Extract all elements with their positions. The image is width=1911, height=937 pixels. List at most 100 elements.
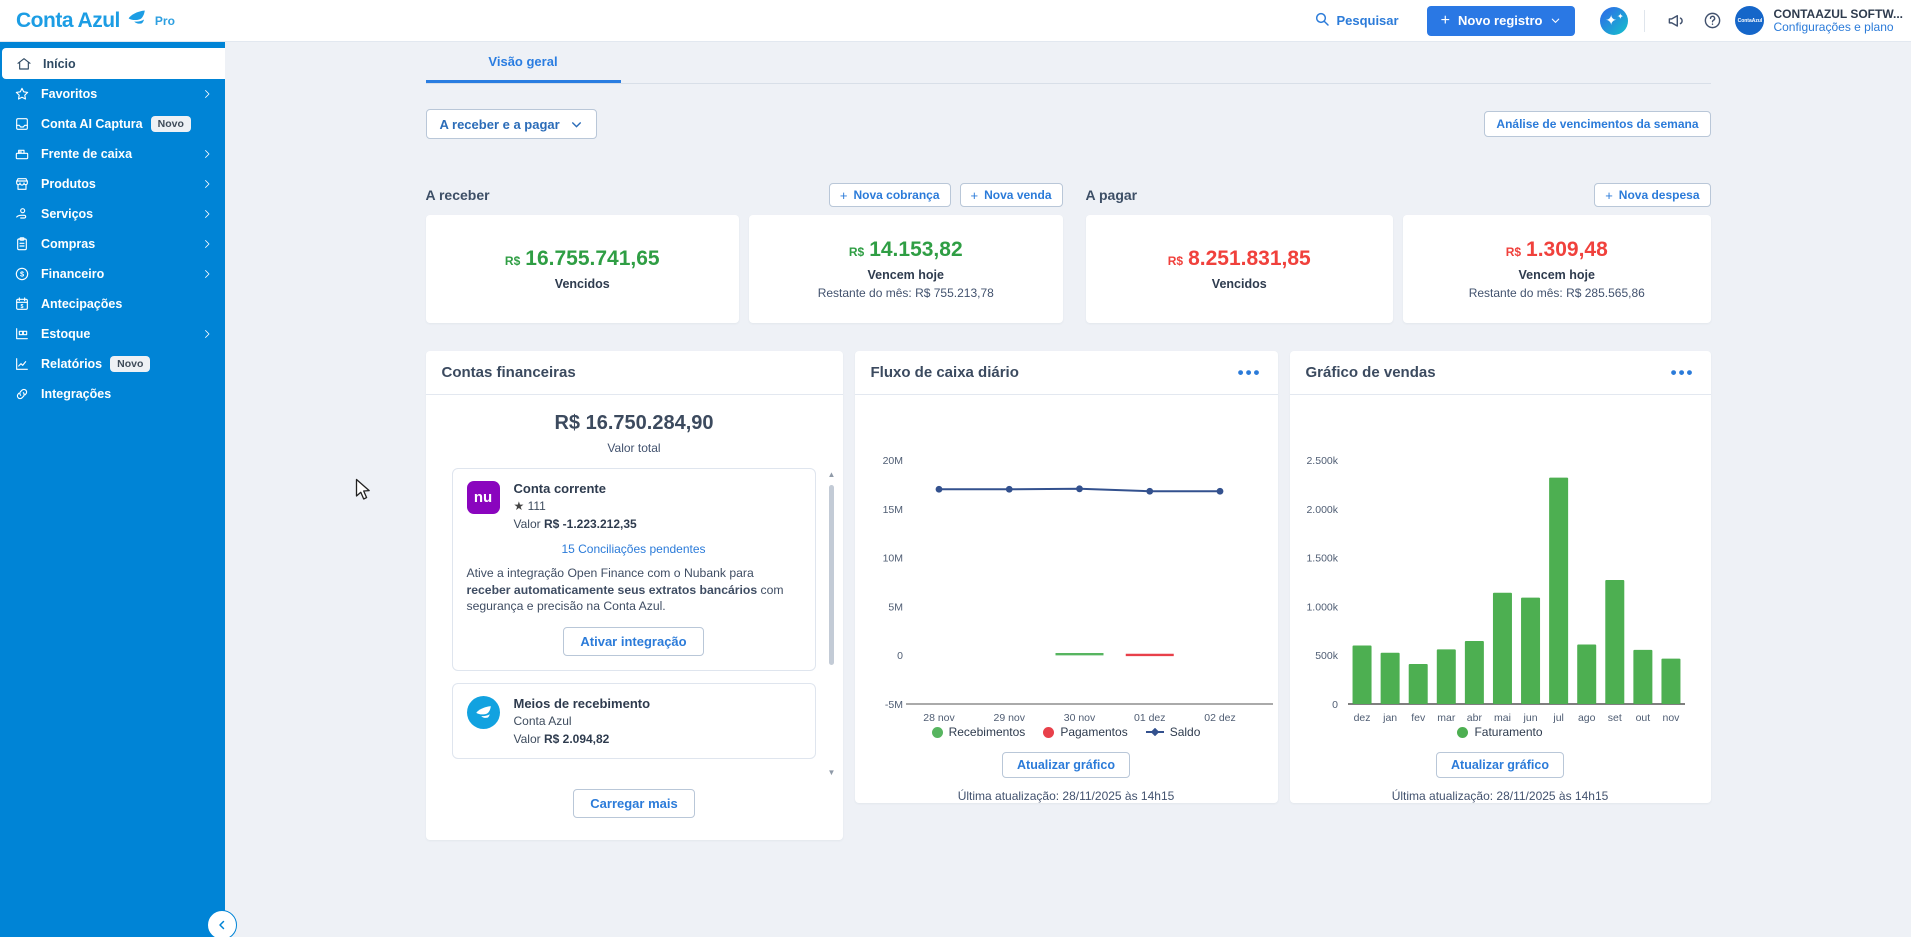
sidebar-item-servicos[interactable]: Serviços [0,199,225,229]
brand-logo-text: Conta Azul [16,9,120,33]
sidebar-item-inicio[interactable]: Início [2,48,225,79]
sidebar-item-frente-de-caixa[interactable]: Frente de caixa [0,139,225,169]
refresh-sales-chart-button[interactable]: Atualizar gráfico [1436,752,1564,778]
activate-integration-button[interactable]: Ativar integração [563,627,703,656]
svg-text:02 dez: 02 dez [1204,712,1236,723]
chevron-right-icon [201,328,213,340]
ai-assistant-button[interactable]: ✦✦ [1600,7,1628,35]
overdue-receivables-value: 16.755.741,65 [525,247,659,271]
account-bank: Conta Azul [514,714,651,728]
svg-text:-5M: -5M [884,699,902,711]
sidebar-item-conta-ai-captura[interactable]: Conta AI Captura Novo [0,109,225,139]
cashflow-panel-title: Fluxo de caixa diário [871,364,1019,381]
svg-text:out: out [1635,712,1650,723]
account-card-contaazul: Meios de recebimento Conta Azul Valor R$… [452,683,816,759]
sidebar-item-label: Serviços [41,207,93,221]
scroll-up-arrow[interactable]: ▲ [828,471,836,479]
question-icon [1703,11,1722,30]
announcements-button[interactable] [1663,8,1689,34]
sidebar-item-produtos[interactable]: Produtos [0,169,225,199]
svg-text:$: $ [20,270,24,279]
dropdown-label: A receber e a pagar [440,117,560,132]
svg-text:0: 0 [1332,699,1338,711]
payables-title: A pagar [1086,187,1138,203]
plus-icon: + [840,188,848,203]
pending-reconciliations-link[interactable]: 15 Conciliações pendentes [467,542,801,556]
account-menu[interactable]: CONTAAZUL SOFTW... Configurações e plano [1773,8,1903,34]
accounts-scrollbar[interactable]: ▲ ▼ [827,471,837,777]
search-button[interactable]: Pesquisar [1314,11,1398,30]
sidebar-item-estoque[interactable]: Estoque [0,319,225,349]
new-charge-button[interactable]: +Nova cobrança [829,183,951,207]
svg-text:ago: ago [1577,712,1595,723]
legend-saldo: Saldo [1146,725,1201,739]
open-finance-description: Ative a integração Open Finance com o Nu… [467,565,801,615]
card-label: Vencidos [1212,277,1267,291]
plus-icon: + [1441,12,1450,30]
plus-icon: + [1605,188,1613,203]
receivables-title: A receber [426,187,490,203]
novo-badge: Novo [151,116,191,132]
account-balance: Valor R$ -1.223.212,35 [514,517,637,531]
scroll-down-arrow[interactable]: ▼ [828,769,836,777]
plus-icon: + [971,188,979,203]
scrollbar-thumb[interactable] [829,485,834,665]
new-record-button[interactable]: + Novo registro [1427,6,1576,36]
more-options-button[interactable]: ••• [1671,368,1695,378]
sidebar-item-label: Conta AI Captura [41,117,143,131]
cashflow-legend: Recebimentos Pagamentos Saldo [855,725,1278,739]
svg-text:10M: 10M [882,553,902,565]
account-name: Conta corrente [514,481,637,496]
nubank-logo: nu [467,481,500,514]
due-today-payables-value: 1.309,48 [1526,238,1608,262]
new-expense-button[interactable]: +Nova despesa [1594,183,1710,207]
accounts-total-label: Valor total [426,441,843,455]
sidebar-item-antecipacoes[interactable]: $ Antecipações [0,289,225,319]
accounts-panel-title: Contas financeiras [442,364,576,381]
sidebar-item-compras[interactable]: Compras [0,229,225,259]
app-root: Conta Azul Pro Pesquisar + Novo registro… [0,0,1911,937]
chevron-right-icon [201,148,213,160]
search-label: Pesquisar [1336,13,1398,28]
sidebar-item-label: Frente de caixa [41,147,132,161]
account-number: ★ 111 [514,499,637,513]
legend-faturamento: Faturamento [1457,725,1542,739]
sidebar-item-integracoes[interactable]: Integrações [0,379,225,409]
chevron-right-icon [201,268,213,280]
home-icon [16,56,32,72]
chevron-left-icon [216,919,228,931]
svg-text:1.500k: 1.500k [1306,553,1338,565]
tab-bar: Visão geral [426,42,1711,84]
more-options-button[interactable]: ••• [1238,368,1262,378]
avatar-label: ContaAzul [1738,18,1763,24]
svg-text:30 nov: 30 nov [1063,712,1095,723]
sidebar-item-relatorios[interactable]: Relatórios Novo [0,349,225,379]
calendar-dollar-icon: $ [14,296,30,312]
svg-text:jun: jun [1522,712,1537,723]
services-hand-icon [14,206,30,222]
sidebar-item-financeiro[interactable]: $ Financeiro [0,259,225,289]
load-more-button[interactable]: Carregar mais [573,789,694,818]
weekly-due-analysis-button[interactable]: Análise de vencimentos da semana [1484,111,1710,137]
account-avatar[interactable]: ContaAzul [1735,6,1764,35]
refresh-cashflow-chart-button[interactable]: Atualizar gráfico [1002,752,1130,778]
tab-visao-geral[interactable]: Visão geral [426,42,621,83]
sidebar-item-label: Produtos [41,177,96,191]
receivables-due-today-card: R$14.153,82 Vencem hoje Restante do mês:… [749,215,1063,323]
reports-chart-icon [14,356,30,372]
svg-text:28 nov: 28 nov [923,712,955,723]
receivables-payables-dropdown[interactable]: A receber e a pagar [426,109,597,139]
sidebar-collapse-button[interactable] [207,910,237,937]
help-button[interactable] [1699,8,1725,34]
new-sale-button[interactable]: +Nova venda [960,183,1063,207]
search-icon [1314,11,1330,30]
sidebar-item-label: Integrações [41,387,111,401]
svg-text:5M: 5M [888,601,903,613]
brand-logo[interactable]: Conta Azul Pro [0,9,225,33]
sales-panel-title: Gráfico de vendas [1306,364,1436,381]
sidebar-item-label: Compras [41,237,95,251]
card-label: Vencidos [555,277,610,291]
account-settings-link[interactable]: Configurações e plano [1773,21,1903,34]
sidebar-item-favoritos[interactable]: Favoritos [0,79,225,109]
svg-text:29 nov: 29 nov [993,712,1025,723]
